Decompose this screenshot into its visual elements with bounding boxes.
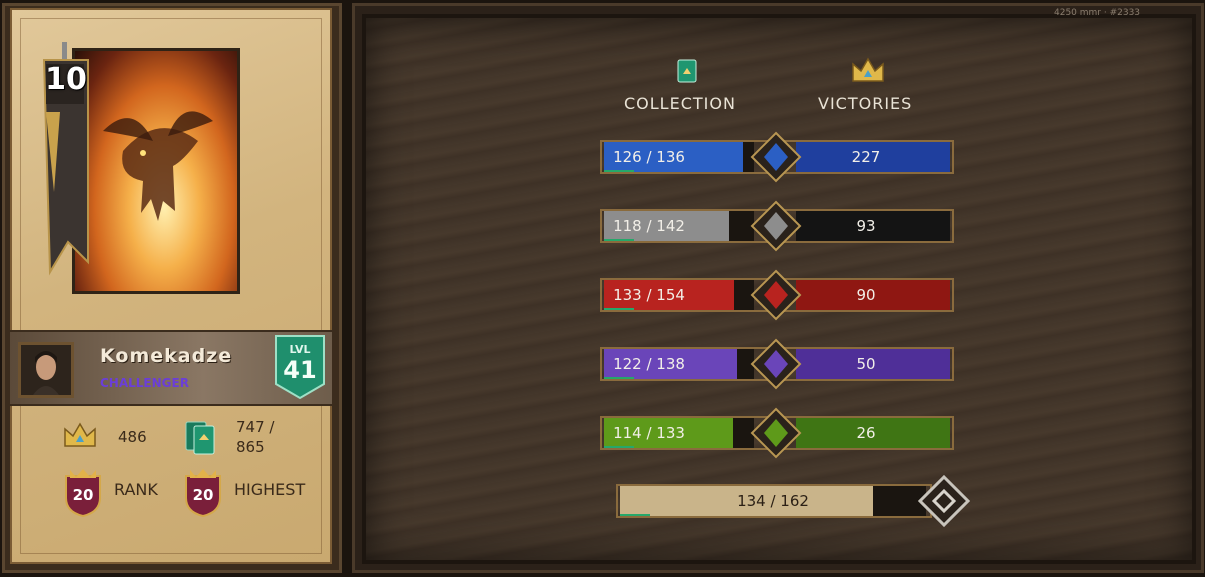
victories-crown-icon — [852, 57, 884, 82]
victories-count: 50 — [856, 355, 876, 373]
mmr-readout: 4250 mmr · #2333 — [1054, 8, 1141, 18]
victories-total: 486 — [118, 428, 147, 446]
collection-line-2: 865 — [236, 438, 265, 456]
avatar-portrait-icon — [21, 345, 71, 395]
dragon-illustration — [103, 111, 213, 221]
cards-icon — [185, 421, 215, 455]
neutral-collection-count: 134 / 162 — [737, 492, 809, 510]
victories-count: 93 — [856, 217, 876, 235]
collection-count: 114 / 133 — [613, 424, 685, 442]
level-value: 41 — [283, 356, 317, 384]
leader-card-art[interactable] — [72, 48, 240, 294]
neutral-diamond-icon — [918, 475, 970, 527]
claw-icon — [750, 269, 802, 321]
crown-icon — [64, 422, 96, 447]
collection-count: 122 / 138 — [613, 355, 685, 373]
fleur-de-lis-icon — [750, 131, 802, 183]
anchor-shield-icon — [750, 338, 802, 390]
arrows-icon — [750, 407, 802, 459]
sun-icon — [750, 200, 802, 252]
username: Komekadze — [100, 345, 233, 367]
collection-count: 118 / 142 — [613, 217, 685, 235]
collection-line-1: 747 / — [236, 418, 275, 436]
victories-header: VICTORIES — [818, 94, 913, 113]
rank-value: 20 — [72, 486, 94, 504]
level-label: LVL — [289, 343, 311, 356]
collection-cards-icon — [677, 59, 697, 83]
collection-header: COLLECTION — [624, 94, 736, 113]
card-power-value: 10 — [45, 62, 87, 97]
victories-count: 26 — [856, 424, 876, 442]
highest-rank-label: HIGHEST — [234, 480, 306, 499]
rank-label: RANK — [114, 480, 158, 499]
victories-count: 227 — [851, 148, 881, 166]
collection-count: 133 / 154 — [613, 286, 685, 304]
highest-rank-value: 20 — [192, 486, 214, 504]
collection-count: 126 / 136 — [613, 148, 685, 166]
victories-count: 90 — [856, 286, 876, 304]
avatar[interactable] — [18, 342, 74, 398]
player-title[interactable]: CHALLENGER — [100, 376, 189, 390]
